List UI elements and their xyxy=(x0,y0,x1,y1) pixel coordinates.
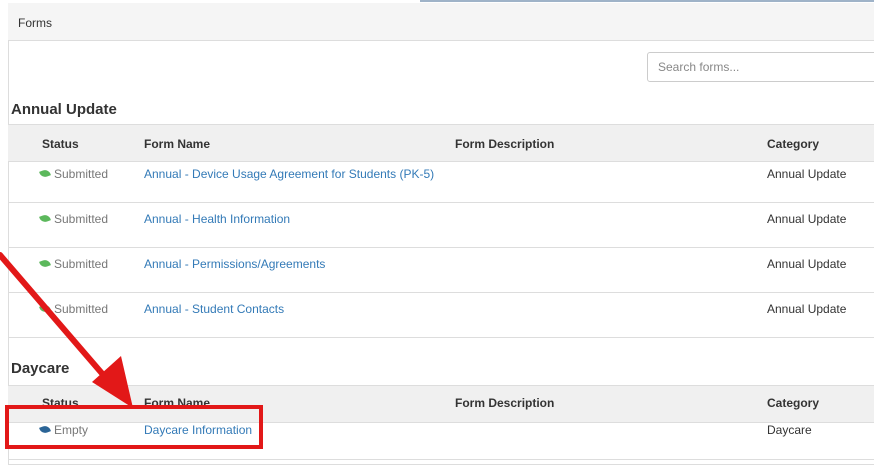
table-row: Submitted Annual - Device Usage Agreemen… xyxy=(8,158,874,203)
category-cell: Annual Update xyxy=(767,167,847,181)
panel-title: Forms xyxy=(18,16,52,30)
table-row: Submitted Annual - Health Information An… xyxy=(8,203,874,248)
leaf-icon xyxy=(39,213,51,224)
form-name-link[interactable]: Annual - Permissions/Agreements xyxy=(144,257,325,271)
top-strip-accent xyxy=(420,0,874,2)
status-cell: Submitted xyxy=(39,167,109,181)
status-text: Submitted xyxy=(54,212,109,226)
category-cell: Annual Update xyxy=(767,302,847,316)
column-header-form-description[interactable]: Form Description xyxy=(455,396,554,410)
leaf-icon xyxy=(39,303,51,314)
search-input[interactable] xyxy=(647,52,874,82)
status-text: Submitted xyxy=(54,302,109,316)
panel-heading: Forms xyxy=(8,3,874,41)
column-header-status[interactable]: Status xyxy=(42,137,79,151)
leaf-icon xyxy=(39,258,51,269)
table-row: Submitted Annual - Permissions/Agreement… xyxy=(8,248,874,293)
column-header-category[interactable]: Category xyxy=(767,396,819,410)
form-name-link[interactable]: Annual - Student Contacts xyxy=(144,302,284,316)
status-cell: Submitted xyxy=(39,212,109,226)
section-title-annual-update: Annual Update xyxy=(11,101,117,118)
category-cell: Annual Update xyxy=(767,212,847,226)
column-header-form-name[interactable]: Form Name xyxy=(144,137,210,151)
leaf-icon xyxy=(39,168,51,179)
table-row: Submitted Annual - Student Contacts Annu… xyxy=(8,293,874,338)
category-cell: Daycare xyxy=(767,423,812,437)
category-cell: Annual Update xyxy=(767,257,847,271)
section-title-daycare: Daycare xyxy=(11,360,70,377)
column-header-category[interactable]: Category xyxy=(767,137,819,151)
highlight-box xyxy=(5,405,263,449)
table-header: Status Form Name Form Description Catego… xyxy=(8,124,874,162)
form-name-link[interactable]: Annual - Device Usage Agreement for Stud… xyxy=(144,167,434,181)
form-name-link[interactable]: Annual - Health Information xyxy=(144,212,290,226)
status-cell: Submitted xyxy=(39,257,109,271)
status-text: Submitted xyxy=(54,257,109,271)
status-cell: Submitted xyxy=(39,302,109,316)
status-text: Submitted xyxy=(54,167,109,181)
column-header-form-description[interactable]: Form Description xyxy=(455,137,554,151)
